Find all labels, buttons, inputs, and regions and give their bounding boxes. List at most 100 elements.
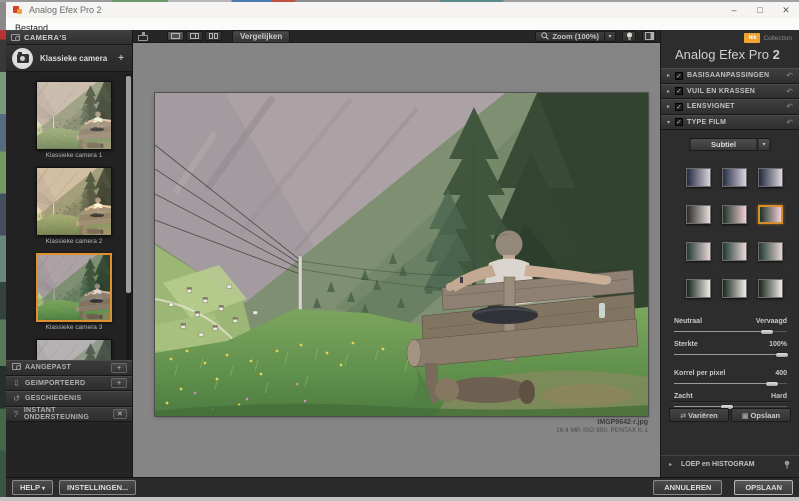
slider-handle[interactable] (766, 381, 779, 386)
cancel-button[interactable]: ANNULEREN (653, 480, 723, 495)
section-type-film[interactable]: ▾ ✓ TYPE FILM ↶ (661, 114, 799, 130)
chevron-right-icon: ▸ (669, 461, 673, 468)
section-checkbox[interactable]: ✓ (675, 71, 683, 80)
chevron-right-icon: ▸ (667, 88, 671, 95)
film-type-swatch-1-2[interactable]: 2 (722, 168, 747, 187)
section-label: BASISAANPASSINGEN (687, 72, 770, 80)
camera-thumbnail-list: Klassieke camera 1 Klassieke camera 2 Klas… (6, 73, 132, 361)
sidebar-panel-geschiedenis[interactable]: ↺ GESCHIEDENIS (6, 391, 132, 407)
pin-icon[interactable] (783, 460, 791, 469)
brand-badge: Nik Collection (744, 33, 792, 43)
help-button[interactable]: HELP ▾ (12, 480, 53, 495)
window-title: Analog Efex Pro 2 (29, 5, 102, 15)
camera-thumbnail-2[interactable]: Klassieke camera 2 (36, 167, 112, 245)
section-vuil-en-krassen[interactable]: ▸ ✓ VUIL EN KRASSEN ↶ (661, 83, 799, 99)
preset-selected-value[interactable]: Subtiel (689, 138, 758, 151)
section-checkbox[interactable]: ✓ (675, 118, 683, 127)
slider-handle[interactable] (760, 329, 773, 334)
film-type-swatch-2-1[interactable]: 1 (686, 205, 711, 224)
import-icon: ⇩ (13, 378, 20, 388)
sidebar-panel-aangepast[interactable]: AANGEPAST + (6, 360, 132, 376)
save-button[interactable]: OPSLAAN (734, 480, 793, 495)
slider-korrel-per-pixel: Korrel per pixel 400 (674, 370, 787, 386)
side-by-side-view-button[interactable] (205, 31, 222, 41)
camera-icon (11, 363, 22, 372)
camera-thumbnail-image[interactable] (36, 81, 112, 150)
film-type-swatch-2-3[interactable]: 3 (758, 205, 783, 224)
slider-track[interactable] (674, 352, 789, 357)
add-button[interactable]: + (111, 362, 127, 373)
reset-icon[interactable]: ↶ (786, 102, 793, 111)
cameras-panel-header[interactable]: CAMERA'S (6, 30, 132, 45)
save-preset-button[interactable]: ▣ Opslaan (731, 408, 791, 422)
single-view-button[interactable] (167, 31, 184, 41)
sidebar-scrollbar[interactable] (126, 74, 131, 360)
camera-thumbnail-image[interactable] (36, 167, 112, 236)
section-basisaanpassingen[interactable]: ▸ ✓ BASISAANPASSINGEN ↶ (661, 68, 799, 84)
camera-sidebar: CAMERA'S Klassieke camera + Klassieke ca… (6, 30, 133, 477)
zoom-dropdown-arrow[interactable]: ▾ (605, 30, 616, 42)
film-type-number: 1 (688, 254, 692, 260)
preview-photo[interactable] (154, 92, 649, 417)
sidebar-panel-instant-ondersteuning[interactable]: ? INSTANT ONDERSTEUNING ✕ (6, 406, 132, 422)
export-icon[interactable] (138, 31, 149, 41)
titlebar: Analog Efex Pro 2 – □ ✕ (6, 2, 799, 18)
add-camera-button[interactable]: + (118, 53, 124, 64)
film-row-3: 1 2 3 (686, 242, 783, 261)
camera-thumbnail-image[interactable] (36, 253, 112, 322)
menubar: Bestand (6, 18, 799, 33)
sidebar-panel-label: GEIMPORTEERD (25, 379, 86, 387)
reset-icon[interactable]: ↶ (786, 118, 793, 127)
film-type-swatch-4-2[interactable]: 2 (722, 279, 747, 298)
reset-icon[interactable]: ↶ (786, 87, 793, 96)
vary-button[interactable]: ⇄ Variëren (669, 408, 729, 422)
camera-selector[interactable]: Klassieke camera + (6, 45, 132, 72)
sidebar-panel-label: GESCHIEDENIS (25, 395, 82, 403)
panel-toggle-button[interactable] (642, 30, 656, 42)
chevron-down-icon[interactable]: ▾ (757, 138, 771, 151)
file-info: IMGP9642-r.jpg 16.4 MP, ISO 800, PENTAX … (556, 419, 648, 434)
close-button[interactable]: ✕ (112, 409, 128, 420)
split-view-button[interactable] (186, 31, 203, 41)
film-type-swatch-2-2[interactable]: 2 (722, 205, 747, 224)
scrollbar-thumb[interactable] (126, 76, 131, 294)
lightbulb-preview-button[interactable] (622, 30, 636, 42)
film-type-swatch-3-2[interactable]: 2 (722, 242, 747, 261)
settings-button[interactable]: INSTELLINGEN... (58, 480, 137, 495)
camera-thumbnail-partial[interactable] (36, 339, 112, 361)
camera-thumbnail-1[interactable]: Klassieke camera 1 (36, 81, 112, 159)
loupe-histogram-section[interactable]: ▸ LOEP en HISTOGRAM (661, 455, 799, 472)
maximize-button[interactable]: □ (747, 2, 773, 18)
history-icon: ↺ (13, 394, 20, 404)
compare-button[interactable]: Vergelijken (232, 29, 291, 43)
slider-handle[interactable] (776, 352, 789, 357)
minimize-button[interactable]: – (721, 2, 747, 18)
film-type-number: 3 (760, 180, 764, 186)
slider-track[interactable] (674, 329, 787, 334)
section-checkbox[interactable]: ✓ (675, 87, 683, 96)
camera-thumbnail-3[interactable]: Klassieke camera 3 (36, 253, 112, 331)
close-button[interactable]: ✕ (773, 2, 799, 18)
film-type-swatch-4-1[interactable]: 1 (686, 279, 711, 298)
camera-thumbnail-image[interactable] (36, 339, 112, 361)
slider-track[interactable] (674, 381, 787, 386)
film-type-number: 1 (688, 291, 692, 297)
film-type-swatch-3-3[interactable]: 3 (758, 242, 783, 261)
section-label: VUIL EN KRASSEN (687, 87, 756, 95)
reset-icon[interactable]: ↶ (786, 71, 793, 80)
shuffle-icon: ⇄ (680, 413, 687, 420)
section-checkbox[interactable]: ✓ (675, 102, 683, 111)
chevron-right-icon: ▸ (667, 104, 671, 111)
film-type-swatch-3-1[interactable]: 1 (686, 242, 711, 261)
film-type-swatch-1-1[interactable]: 1 (686, 168, 711, 187)
film-preset-dropdown[interactable]: Subtiel ▾ (689, 138, 771, 151)
film-type-number: 3 (761, 216, 765, 222)
sidebar-panel-geimporteerd[interactable]: ⇩ GEIMPORTEERD + (6, 375, 132, 391)
zoom-control[interactable]: Zoom (100%) (535, 30, 605, 42)
film-type-swatch-1-3[interactable]: 3 (758, 168, 783, 187)
add-button[interactable]: + (111, 378, 127, 389)
section-lensvignet[interactable]: ▸ ✓ LENSVIGNET ↶ (661, 99, 799, 115)
film-type-swatch-4-3[interactable]: 3 (758, 279, 783, 298)
chevron-down-icon: ▾ (667, 119, 671, 126)
film-type-number: 1 (688, 217, 692, 223)
